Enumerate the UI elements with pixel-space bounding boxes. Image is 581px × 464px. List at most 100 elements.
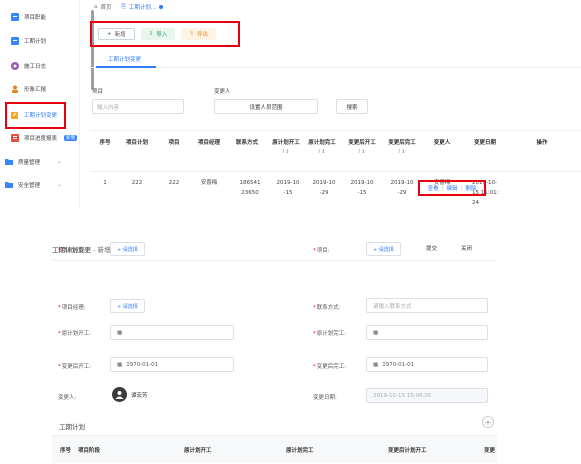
tab-home[interactable]: ⌂ 首页: [94, 3, 112, 11]
new-start-label: *变更后开工:: [58, 364, 92, 370]
add-form-view: 工期计划变更 - 新增 提交 关闭 *项目计划: + 请选择 *项目: + 请选…: [52, 234, 581, 464]
project-label: *项目:: [313, 248, 330, 254]
sidebar-item-progress-statement[interactable]: 项目进度报表 新增: [10, 131, 78, 145]
active-underline: [96, 66, 156, 68]
col-new-start[interactable]: 变更后开工 I ⇕: [346, 139, 378, 157]
import-icon: ⇩: [148, 31, 154, 37]
col-actions: 操作: [536, 140, 548, 146]
project-picker[interactable]: + 请选择: [366, 242, 401, 256]
tab-page-icon: ⎘: [121, 3, 126, 10]
schedule-section-title: 工期计划: [59, 423, 85, 431]
divider: [52, 260, 497, 261]
changer-filter-label: 变更人: [214, 89, 231, 95]
tab-schedule-change[interactable]: ⎘ 工期计划...: [122, 3, 164, 11]
cell-manager: 安喜梅: [200, 180, 218, 186]
project-plan-picker[interactable]: + 请选择: [110, 242, 145, 256]
main-panel: ⌂ 首页 ⎘ 工期计划... + 新增 ⇩ 导入 ⇧ 导出 工期计划变更 项目 …: [90, 0, 581, 209]
project-plan-label: *项目计划:: [58, 248, 86, 254]
col-project: 项目: [168, 140, 180, 146]
calendar-icon: ▦: [117, 361, 123, 368]
toolbar: + 新增 ⇩ 导入 ⇧ 导出: [90, 21, 240, 47]
view-link[interactable]: 查看: [428, 184, 439, 192]
manager-label: *项目经理:: [58, 305, 86, 311]
chevron-down-icon: ⌄: [56, 181, 62, 188]
tab-bar: ⌂ 首页 ⎘ 工期计划...: [90, 0, 164, 14]
schedule-table-header: 序号 项目阶段 原计划开工 原计划完工 变更后计划开工 变更: [52, 435, 497, 463]
edit-link[interactable]: 编辑: [446, 184, 457, 192]
sub-tab-bar: 工期计划变更: [90, 50, 581, 68]
col-new-start: 变更后计划开工: [388, 448, 427, 454]
cell-index: 1: [103, 180, 107, 186]
new-badge: 新增: [64, 135, 78, 141]
export-button[interactable]: ⇧ 导出: [181, 28, 216, 40]
col-change: 变更: [484, 448, 496, 454]
orig-start-input[interactable]: ▦: [110, 325, 234, 340]
col-orig-end[interactable]: 原计划完工 I ⇕: [308, 139, 336, 157]
col-new-end[interactable]: 变更后完工 I ⇕: [386, 139, 418, 157]
sidebar-item-construction-log[interactable]: 施工日志: [10, 59, 46, 73]
sidebar-item-safety[interactable]: 安全管理 ⌄: [4, 178, 74, 192]
sidebar-item-quality[interactable]: 质量管理 ⌄: [4, 155, 74, 169]
cell-contact: 18654123650: [239, 180, 261, 196]
manager-picker[interactable]: + 请选择: [110, 299, 145, 313]
folder-icon: [4, 181, 13, 190]
project-filter-label: 项目: [92, 89, 104, 95]
avatar: [112, 387, 127, 402]
sidebar-item-project-function[interactable]: 项目职能: [10, 10, 46, 24]
col-index: 序号: [99, 140, 111, 146]
cell-orig-start: 2019-10-15: [276, 180, 300, 196]
import-button[interactable]: ⇩ 导入: [140, 28, 176, 40]
report-icon: [10, 134, 19, 143]
plus-icon: +: [107, 31, 112, 37]
delete-link[interactable]: 删除: [465, 184, 476, 192]
cell-new-end: 2019-10-29: [390, 180, 414, 196]
contact-input[interactable]: 请输入联系方式: [366, 298, 488, 313]
col-orig-start[interactable]: 原计划开工 I ⇕: [272, 139, 300, 157]
new-end-input[interactable]: ▦ 1970-01-01: [366, 357, 488, 372]
add-row-icon[interactable]: +: [482, 416, 494, 428]
folder-icon: [4, 158, 13, 167]
project-filter-input[interactable]: 输入内容: [92, 99, 184, 114]
add-button[interactable]: + 新增: [98, 28, 135, 40]
table-header: 序号 项目计划 项目 项目经理 联系方式 原计划开工 I ⇕ 原计划完工 I ⇕ 变…: [90, 130, 581, 172]
submit-button[interactable]: 提交: [426, 244, 437, 252]
change-date-input: 2019-10-15 15:06:05: [366, 388, 488, 403]
changer-label: 变更人:: [58, 395, 77, 401]
sidebar-item-schedule[interactable]: 工期计划: [10, 34, 46, 48]
calendar-icon: ▦: [373, 329, 379, 336]
cell-project: 222: [168, 180, 180, 186]
highlight-box: [5, 102, 66, 129]
col-orig-end: 原计划完工: [286, 448, 314, 454]
col-change-date: 变更日期: [473, 140, 496, 146]
new-start-input[interactable]: ▦ 1970-01-01: [110, 357, 234, 372]
calendar-icon: [10, 37, 19, 46]
new-end-label: *变更后完工:: [313, 364, 347, 370]
col-orig-start: 原计划开工: [184, 448, 212, 454]
home-icon: ⌂: [94, 4, 98, 10]
separator: |: [460, 185, 463, 191]
cell-orig-end: 2019-10-29: [312, 180, 336, 196]
col-contact: 联系方式: [235, 140, 258, 146]
table-row: 1 222 222 安喜梅 18654123650 2019-10-15 201…: [90, 172, 581, 209]
cell-new-start: 2019-10-15: [350, 180, 374, 196]
orig-end-label: *原计划完工:: [313, 331, 347, 337]
orig-start-label: *原计划开工:: [58, 331, 92, 337]
tab-close-dot[interactable]: [159, 5, 164, 9]
changer-user: 谭宏芳: [112, 387, 148, 402]
contact-label: *联系方式:: [313, 305, 341, 311]
close-button[interactable]: 关闭: [461, 244, 472, 252]
col-phase: 项目阶段: [78, 448, 101, 454]
person-icon: [10, 85, 19, 94]
search-button[interactable]: 搜索: [336, 99, 368, 114]
sidebar: 项目职能 工期计划 施工日志 形象汇报 工期计划变更 项目进度报表 新增 质量管…: [0, 0, 80, 209]
grid-icon: [10, 13, 19, 22]
change-date-label: 变更日期:: [313, 395, 337, 401]
sidebar-item-progress-report[interactable]: 形象汇报: [10, 82, 46, 96]
tab-schedule-change-list[interactable]: 工期计划变更: [108, 55, 141, 63]
orig-end-input[interactable]: ▦: [366, 325, 488, 340]
chevron-down-icon: ⌄: [56, 158, 62, 165]
changer-name: 谭宏芳: [131, 392, 148, 399]
calendar-icon: ▦: [373, 361, 379, 368]
calendar-icon: ▦: [117, 329, 123, 336]
set-personnel-range-button[interactable]: 设置人员范围: [214, 99, 318, 114]
